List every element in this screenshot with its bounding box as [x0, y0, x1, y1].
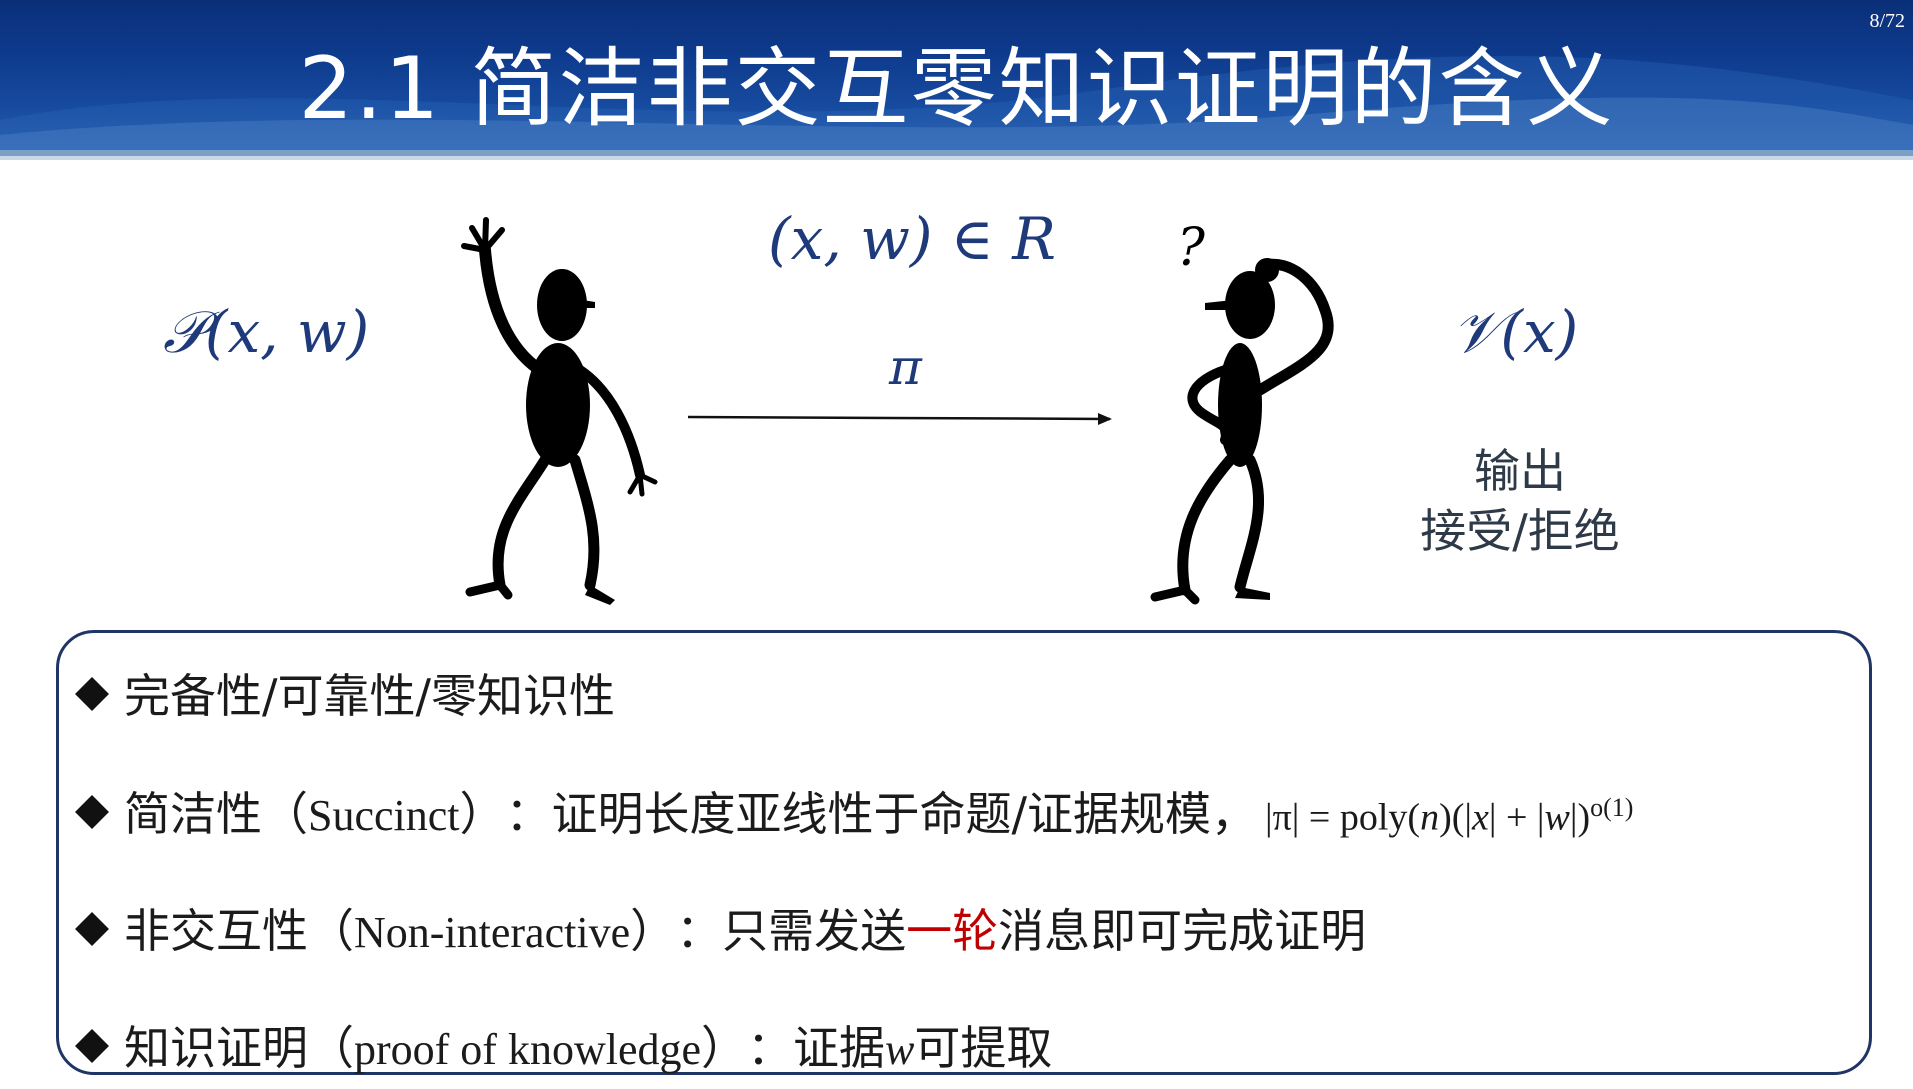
list-item: 简洁性 （ Succinct ） ： 证明长度亚线性于命题/证据规模， |π| … — [74, 778, 1633, 844]
diamond-bullet-icon — [75, 677, 109, 711]
property-term: 知识证明 — [124, 1021, 308, 1075]
verifier-label: 𝒱(x) — [1452, 298, 1579, 366]
page-number: 8/72 — [1869, 10, 1905, 32]
property-description: 证明长度亚线性于命题/证据规模， — [551, 787, 1258, 841]
list-item: 非交互性 （ Non-interactive ） ： 只需发送 一轮 消息即可完成证… — [74, 895, 1366, 961]
relation-label: (x, w) ∈ R — [768, 205, 1056, 273]
english-term: Succinct — [308, 791, 460, 840]
diamond-bullet-icon — [75, 795, 109, 829]
open-paren: （ — [262, 787, 308, 841]
close-paren: ） — [630, 904, 677, 958]
property-term: 简洁性 — [124, 787, 262, 841]
accept-reject-label: 接受/拒绝 — [1420, 504, 1620, 558]
open-paren: （ — [308, 904, 354, 958]
waving-stick-figure-icon — [461, 217, 658, 605]
colon: ： — [676, 904, 723, 958]
property-description-end: 可提取 — [914, 1021, 1053, 1075]
list-item: 完备性/可靠性/零知识性 — [74, 660, 615, 726]
output-label: 输出 — [1474, 444, 1566, 498]
slide-title: 2.1 简洁非交互零知识证明的含义 — [298, 39, 1615, 139]
property-text: 完备性/可靠性/零知识性 — [124, 669, 615, 723]
proof-symbol: π — [889, 338, 922, 396]
list-item: 知识证明 （ proof of knowledge ） ： 证据 w 可提取 — [74, 1012, 1052, 1078]
diamond-bullet-icon — [75, 1029, 109, 1063]
proof-size-formula: |π| = poly(n)(|x| + |w|)o(1) — [1265, 793, 1634, 839]
highlighted-text: 一轮 — [906, 904, 999, 958]
property-description-end: 消息即可完成证明 — [998, 904, 1367, 958]
open-paren: （ — [308, 1021, 354, 1075]
diamond-bullet-icon — [75, 912, 109, 946]
property-term: 非交互性 — [124, 904, 308, 958]
banner-divider-light — [0, 156, 1913, 160]
english-term: proof of knowledge — [354, 1025, 702, 1074]
title-banner: 2.1 简洁非交互零知识证明的含义 8/72 — [0, 0, 1913, 150]
colon: ： — [747, 1021, 794, 1075]
close-paren: ） — [701, 1021, 748, 1075]
colon: ： — [505, 787, 552, 841]
question-mark: ? — [1177, 218, 1206, 278]
prover-label: 𝒫(x, w) — [163, 298, 370, 366]
witness-variable: w — [885, 1025, 915, 1074]
property-description: 证据 — [793, 1021, 886, 1075]
puzzled-stick-figure-icon: ? — [1150, 218, 1334, 605]
close-paren: ） — [459, 787, 506, 841]
property-description: 只需发送 — [722, 904, 907, 958]
proof-arrow — [687, 413, 1112, 425]
english-term: Non-interactive — [354, 908, 631, 957]
